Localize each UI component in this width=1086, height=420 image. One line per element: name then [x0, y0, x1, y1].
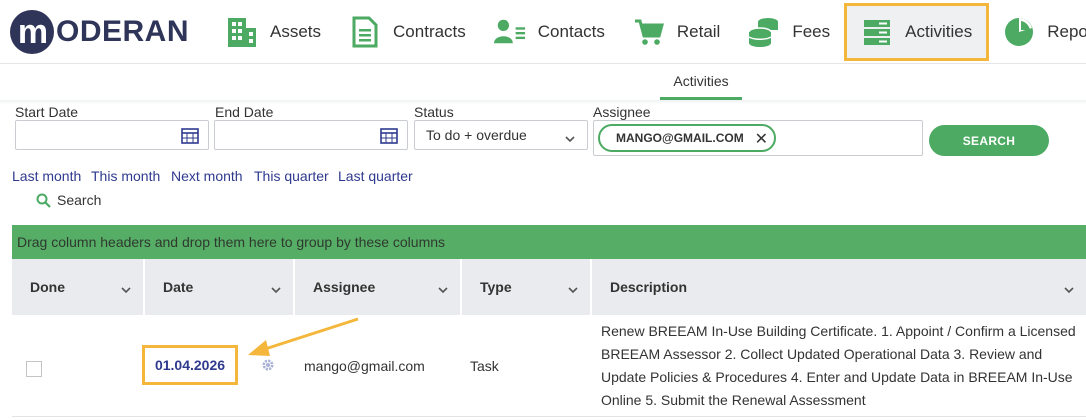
column-header-description[interactable]: Description [592, 259, 1086, 315]
column-title-type: Type [480, 279, 512, 295]
quick-range-this-month[interactable]: This month [91, 168, 160, 184]
search-icon [36, 193, 51, 208]
contact-card-icon [493, 16, 526, 48]
assignee-cell: mango@gmail.com [304, 358, 425, 374]
chevron-down-icon [565, 130, 575, 148]
coins-icon [748, 16, 780, 48]
quick-range-next-month[interactable]: Next month [171, 168, 243, 184]
nav-item-fees[interactable]: Fees [734, 4, 844, 60]
logo-mark: m [10, 10, 54, 54]
chevron-down-icon[interactable] [568, 281, 578, 297]
status-value: To do + overdue [426, 127, 527, 143]
start-date-label: Start Date [15, 104, 79, 120]
status-label: Status [414, 104, 454, 120]
column-title-done: Done [30, 279, 65, 295]
column-header-done[interactable]: Done [12, 259, 145, 315]
nav-item-contacts[interactable]: Contacts [480, 4, 619, 60]
nav-label-contacts: Contacts [537, 22, 605, 41]
nav-item-retail[interactable]: Retail [619, 4, 734, 60]
assignee-field[interactable]: MANGO@GMAIL.COM ✕ [593, 120, 923, 156]
nav-label-assets: Assets [270, 22, 322, 41]
chevron-down-icon[interactable] [438, 281, 448, 297]
nav-label-reports: Reports [1047, 22, 1086, 41]
tab-activities[interactable]: Activities [660, 64, 742, 100]
type-cell: Task [470, 358, 499, 374]
chevron-down-icon[interactable] [1064, 281, 1074, 297]
chevron-down-icon[interactable] [121, 281, 131, 297]
grid-header: Done Date Assignee Type Description [12, 259, 1086, 315]
column-title-assignee: Assignee [313, 279, 376, 295]
document-icon [349, 16, 381, 48]
column-header-assignee[interactable]: Assignee [295, 259, 462, 315]
nav-label-retail: Retail [676, 22, 721, 41]
pie-chart-icon [1003, 16, 1035, 48]
calendar-icon[interactable] [181, 128, 199, 149]
group-by-hint: Drag column headers and drop them here t… [17, 234, 446, 250]
assignee-label: Assignee [593, 104, 651, 120]
nav-item-assets[interactable]: Assets [212, 4, 335, 60]
status-select[interactable]: To do + overdue [414, 120, 588, 150]
divider [0, 100, 1086, 104]
main-nav: Assets Contracts Contacts Retail Fees Ac… [212, 0, 1086, 64]
chevron-down-icon[interactable] [271, 281, 281, 297]
activities-list-icon [861, 16, 893, 48]
search-link[interactable]: Search [36, 192, 101, 208]
group-by-drop-zone[interactable]: Drag column headers and drop them here t… [12, 225, 1086, 259]
start-date-field[interactable] [15, 120, 209, 150]
table-row[interactable]: 01.04.2026 mango@gmail.com Task Renew BR… [12, 315, 1086, 417]
calendar-icon[interactable] [380, 128, 398, 149]
activity-date-link[interactable]: 01.04.2026 [142, 345, 238, 385]
assignee-chip-label: MANGO@GMAIL.COM [616, 131, 744, 145]
nav-item-reports[interactable]: Reports [989, 4, 1086, 60]
quick-range-last-month[interactable]: Last month [12, 168, 81, 184]
end-date-field[interactable] [214, 120, 408, 150]
quick-range-last-quarter[interactable]: Last quarter [338, 168, 413, 184]
building-icon [226, 16, 258, 48]
quick-range-this-quarter[interactable]: This quarter [254, 168, 329, 184]
nav-label-activities: Activities [905, 22, 973, 41]
logo-text: ODERAN [56, 15, 190, 48]
end-date-label: End Date [215, 104, 274, 120]
nav-label-contracts: Contracts [393, 22, 466, 41]
assignee-chip[interactable]: MANGO@GMAIL.COM ✕ [598, 124, 776, 152]
column-header-type[interactable]: Type [462, 259, 592, 315]
nav-label-fees: Fees [792, 22, 831, 41]
search-button[interactable]: SEARCH [929, 125, 1049, 156]
column-title-date: Date [163, 279, 194, 295]
top-navigation: m ODERAN Assets Contracts Contacts Retai… [0, 0, 1086, 64]
nav-item-contracts[interactable]: Contracts [335, 4, 480, 60]
gear-icon[interactable] [261, 358, 275, 377]
search-link-label: Search [57, 192, 102, 208]
description-cell: Renew BREEAM In-Use Building Certificate… [601, 323, 1076, 408]
done-checkbox[interactable] [26, 361, 42, 377]
column-title-description: Description [610, 279, 688, 295]
close-icon[interactable]: ✕ [755, 129, 768, 149]
column-header-date[interactable]: Date [145, 259, 295, 315]
shopping-cart-icon [633, 16, 665, 48]
annotation-arrow [248, 317, 359, 356]
nav-item-activities[interactable]: Activities [844, 3, 990, 61]
logo[interactable]: m ODERAN [10, 10, 189, 54]
